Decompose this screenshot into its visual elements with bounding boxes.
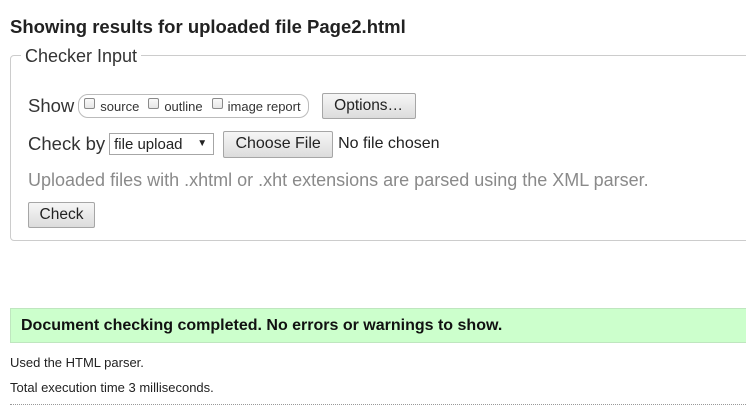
show-label: Show: [28, 95, 75, 116]
success-message: Document checking completed. No errors o…: [10, 308, 746, 343]
show-source-option[interactable]: source: [84, 97, 140, 114]
check-by-row: Check by file upload ▼ Choose File No fi…: [28, 130, 440, 158]
outline-checkbox[interactable]: [148, 97, 160, 109]
checker-input-legend: Checker Input: [21, 46, 142, 66]
page-title: Showing results for uploaded file Page2.…: [10, 16, 406, 37]
execution-time: Total execution time 3 milliseconds.: [10, 380, 214, 395]
outline-checkbox-label: outline: [164, 98, 203, 114]
image-report-checkbox[interactable]: [211, 97, 223, 109]
image-report-checkbox-label: image report: [227, 98, 301, 114]
check-button[interactable]: Check: [28, 202, 95, 228]
check-by-selected-value: file upload: [114, 135, 183, 153]
check-by-label: Check by: [28, 133, 106, 154]
options-button[interactable]: Options…: [321, 93, 416, 119]
show-outline-option[interactable]: outline: [148, 97, 203, 114]
checker-input-fieldset: Checker Input Show source outline image …: [10, 46, 746, 241]
check-by-select[interactable]: file upload ▼: [109, 133, 215, 155]
divider: [10, 404, 746, 405]
choose-file-button[interactable]: Choose File: [223, 130, 334, 158]
file-status: No file chosen: [338, 135, 440, 152]
chevron-down-icon: ▼: [197, 138, 208, 149]
show-options-group: source outline image report: [78, 94, 309, 118]
xml-parser-note: Uploaded files with .xhtml or .xht exten…: [28, 170, 649, 190]
show-image-report-option[interactable]: image report: [211, 97, 301, 114]
show-row: Show source outline image report Options…: [28, 93, 416, 119]
parser-info: Used the HTML parser.: [10, 355, 144, 370]
source-checkbox[interactable]: [84, 97, 96, 109]
source-checkbox-label: source: [100, 98, 140, 114]
